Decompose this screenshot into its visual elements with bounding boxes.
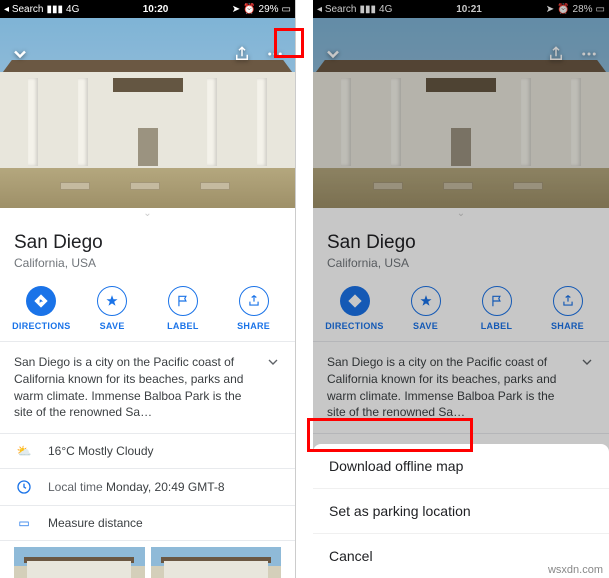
highlight-more-button bbox=[274, 28, 304, 58]
nav-icon: ➤ bbox=[546, 4, 554, 15]
battery-icon: ▭ bbox=[282, 4, 291, 15]
weather-row[interactable]: ⛅ 16°C Mostly Cloudy bbox=[0, 434, 295, 469]
star-icon bbox=[105, 294, 119, 308]
status-bar: ◂ Search ▮▮▮ 4G 10:20 ➤ ⏰ 29% ▭ bbox=[0, 0, 295, 18]
directions-icon bbox=[347, 293, 363, 309]
more-icon[interactable] bbox=[579, 45, 599, 63]
battery-icon: ▭ bbox=[596, 4, 605, 15]
signal-icon: ▮▮▮ bbox=[47, 4, 64, 15]
share-button[interactable]: SHARE bbox=[538, 286, 598, 331]
place-region: California, USA bbox=[327, 256, 595, 270]
share-icon bbox=[561, 294, 575, 308]
label-button[interactable]: LABEL bbox=[467, 286, 527, 331]
place-region: California, USA bbox=[14, 256, 281, 270]
action-row: DIRECTIONS SAVE LABEL SHARE bbox=[0, 278, 295, 342]
action-row: DIRECTIONS SAVE LABEL SHARE bbox=[313, 278, 609, 342]
battery-label: 28% bbox=[573, 4, 593, 15]
alarm-icon: ⏰ bbox=[557, 4, 569, 15]
photo-thumbnails[interactable] bbox=[0, 541, 295, 578]
label-button[interactable]: LABEL bbox=[153, 286, 213, 331]
cloud-icon: ⛅ bbox=[17, 444, 32, 458]
ruler-icon: ▭ bbox=[18, 516, 29, 530]
share-button[interactable]: SHARE bbox=[224, 286, 284, 331]
share-icon bbox=[247, 294, 261, 308]
drag-handle[interactable]: ⌄ bbox=[0, 208, 295, 222]
thumbnail[interactable] bbox=[151, 547, 282, 578]
set-parking-location[interactable]: Set as parking location bbox=[313, 489, 609, 534]
highlight-download-option bbox=[307, 418, 473, 452]
share-icon[interactable] bbox=[547, 45, 565, 63]
share-icon[interactable] bbox=[233, 45, 251, 63]
clock: 10:21 bbox=[456, 4, 482, 15]
save-button[interactable]: SAVE bbox=[82, 286, 142, 331]
chevron-down-icon bbox=[265, 354, 281, 370]
alarm-icon: ⏰ bbox=[243, 4, 255, 15]
place-title: San Diego bbox=[14, 232, 281, 254]
star-icon bbox=[419, 294, 433, 308]
signal-icon: ▮▮▮ bbox=[360, 4, 377, 15]
nav-icon: ➤ bbox=[232, 4, 240, 15]
place-photo[interactable] bbox=[0, 18, 295, 208]
back-search-label[interactable]: ◂ Search bbox=[4, 4, 44, 15]
measure-row[interactable]: ▭ Measure distance bbox=[0, 506, 295, 541]
chevron-down-icon[interactable] bbox=[10, 44, 30, 64]
save-button[interactable]: SAVE bbox=[396, 286, 456, 331]
status-bar: ◂ Search ▮▮▮ 4G 10:21 ➤ ⏰ 28% ▭ bbox=[313, 0, 609, 18]
clock: 10:20 bbox=[143, 4, 169, 15]
clock-icon bbox=[16, 479, 32, 495]
place-photo[interactable] bbox=[313, 18, 609, 208]
network-label: 4G bbox=[379, 4, 392, 15]
chevron-down-icon[interactable] bbox=[323, 44, 343, 64]
directions-button[interactable]: DIRECTIONS bbox=[11, 286, 71, 331]
network-label: 4G bbox=[66, 4, 79, 15]
flag-icon bbox=[490, 294, 504, 308]
watermark: wsxdn.com bbox=[548, 564, 603, 576]
left-screenshot: ◂ Search ▮▮▮ 4G 10:20 ➤ ⏰ 29% ▭ bbox=[0, 0, 296, 578]
directions-button[interactable]: DIRECTIONS bbox=[325, 286, 385, 331]
localtime-row[interactable]: Local time Monday, 20:49 GMT-8 bbox=[0, 469, 295, 506]
drag-handle[interactable]: ⌄ bbox=[313, 208, 609, 222]
back-search-label[interactable]: ◂ Search bbox=[317, 4, 357, 15]
description-row[interactable]: San Diego is a city on the Pacific coast… bbox=[0, 342, 295, 434]
chevron-down-icon bbox=[579, 354, 595, 370]
directions-icon bbox=[33, 293, 49, 309]
right-screenshot: ◂ Search ▮▮▮ 4G 10:21 ➤ ⏰ 28% ▭ bbox=[313, 0, 609, 578]
place-title: San Diego bbox=[327, 232, 595, 254]
info-panel: San Diego California, USA DIRECTIONS SAV… bbox=[0, 222, 295, 578]
battery-label: 29% bbox=[259, 4, 279, 15]
flag-icon bbox=[176, 294, 190, 308]
action-sheet: Download offline map Set as parking loca… bbox=[313, 444, 609, 578]
thumbnail[interactable] bbox=[14, 547, 145, 578]
